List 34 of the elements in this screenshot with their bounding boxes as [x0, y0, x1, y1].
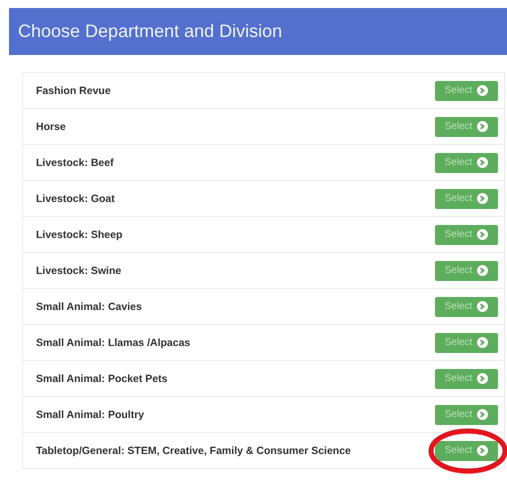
department-name: Livestock: Goat	[36, 192, 115, 204]
select-button[interactable]: Select	[435, 116, 498, 136]
arrow-circle-icon	[477, 265, 488, 276]
department-name: Livestock: Beef	[36, 156, 114, 168]
select-button[interactable]: Select	[435, 152, 498, 172]
arrow-circle-icon	[477, 373, 488, 384]
department-name: Small Animal: Poultry	[36, 408, 144, 420]
select-button[interactable]: Select	[435, 296, 498, 316]
arrow-circle-icon	[477, 337, 488, 348]
page-title: Choose Department and Division	[18, 21, 282, 42]
select-button[interactable]: Select	[435, 188, 498, 208]
arrow-circle-icon	[477, 193, 488, 204]
select-button[interactable]: Select	[435, 260, 498, 280]
arrow-circle-icon	[477, 445, 488, 456]
select-button[interactable]: Select	[435, 224, 498, 244]
select-button[interactable]: Select	[435, 368, 498, 388]
arrow-circle-icon	[477, 121, 488, 132]
select-button[interactable]: Select	[435, 332, 498, 352]
arrow-circle-icon	[477, 85, 488, 96]
department-name: Horse	[36, 120, 66, 132]
select-button[interactable]: Select	[435, 440, 498, 460]
department-name: Livestock: Sheep	[36, 228, 122, 240]
arrow-circle-icon	[477, 409, 488, 420]
arrow-circle-icon	[477, 229, 488, 240]
department-name: Fashion Revue	[36, 84, 111, 96]
department-name: Livestock: Swine	[36, 264, 122, 276]
department-name: Small Animal: Cavies	[36, 300, 142, 312]
arrow-circle-icon	[477, 301, 488, 312]
department-name: Small Animal: Pocket Pets	[36, 372, 168, 384]
arrow-circle-icon	[477, 157, 488, 168]
department-name: Small Animal: Llamas /Alpacas	[36, 336, 190, 348]
select-button[interactable]: Select	[435, 404, 498, 424]
select-button[interactable]: Select	[435, 80, 498, 100]
department-name: Tabletop/General: STEM, Creative, Family & Consumer Science	[36, 444, 351, 456]
